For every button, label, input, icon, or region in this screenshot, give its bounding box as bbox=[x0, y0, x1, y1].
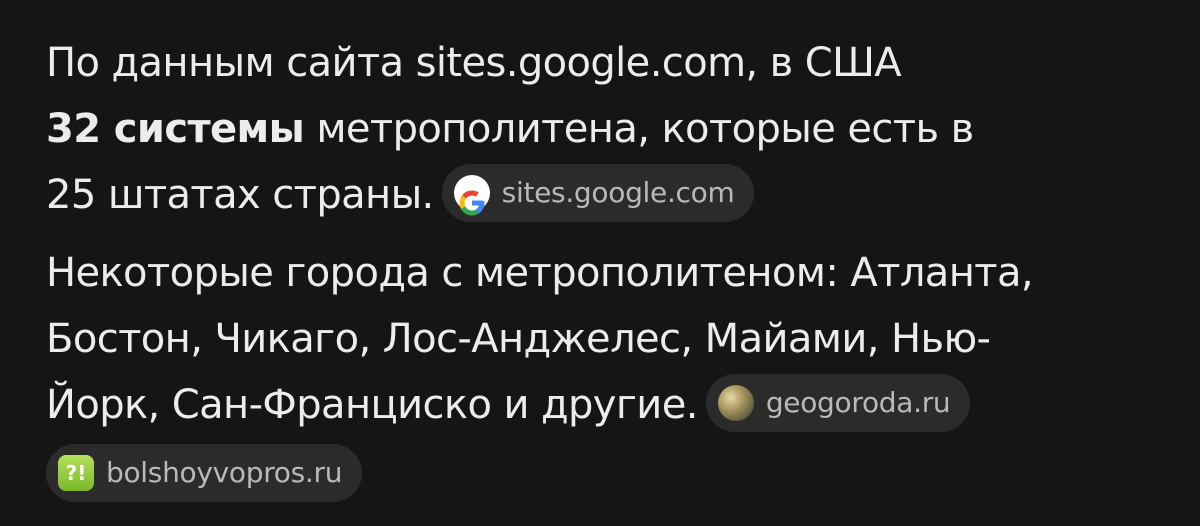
answer-paragraph-2: Некоторые города с метрополитеном: Атлан… bbox=[46, 240, 1156, 438]
bolshoyvopros-favicon-icon: ?! bbox=[58, 455, 94, 491]
answer-line-rest: метрополитена, которые есть в bbox=[304, 106, 974, 152]
source-chip-label: geogoroda.ru bbox=[765, 386, 951, 419]
answer-line: По данным сайта sites.google.com, в США bbox=[46, 40, 902, 86]
source-chip-label: sites.google.com bbox=[501, 176, 735, 209]
ai-answer: По данным сайта sites.google.com, в США … bbox=[46, 30, 1156, 502]
source-chip-bolshoyvopros[interactable]: ?! bolshoyvopros.ru bbox=[46, 444, 363, 502]
answer-line: 32 системы метрополитена, которые есть в bbox=[46, 96, 1156, 162]
geogoroda-favicon-icon bbox=[717, 385, 754, 421]
source-chip-label: bolshoyvopros.ru bbox=[106, 456, 343, 489]
answer-line-text: Йорк, Сан-Франциско и другие. bbox=[46, 382, 698, 428]
source-chip-row: ?! bolshoyvopros.ru bbox=[46, 444, 1156, 502]
answer-paragraph-1: По данным сайта sites.google.com, в США … bbox=[46, 30, 1156, 228]
answer-line-text: 25 штатах страны. bbox=[46, 172, 434, 218]
source-chip-geogoroda[interactable]: geogoroda.ru bbox=[705, 374, 971, 432]
answer-line: Некоторые города с метрополитеном: Атлан… bbox=[46, 250, 1034, 296]
google-logo-icon bbox=[453, 175, 490, 216]
answer-line: 25 штатах страны. sites.google.com bbox=[46, 162, 1156, 228]
source-chip-sites-google[interactable]: sites.google.com bbox=[441, 164, 755, 222]
answer-line: Бостон, Чикаго, Лос-Анджелес, Майами, Нь… bbox=[46, 316, 991, 362]
answer-line: Йорк, Сан-Франциско и другие. geogoroda.r… bbox=[46, 372, 1156, 438]
answer-highlight: 32 системы bbox=[46, 106, 305, 152]
